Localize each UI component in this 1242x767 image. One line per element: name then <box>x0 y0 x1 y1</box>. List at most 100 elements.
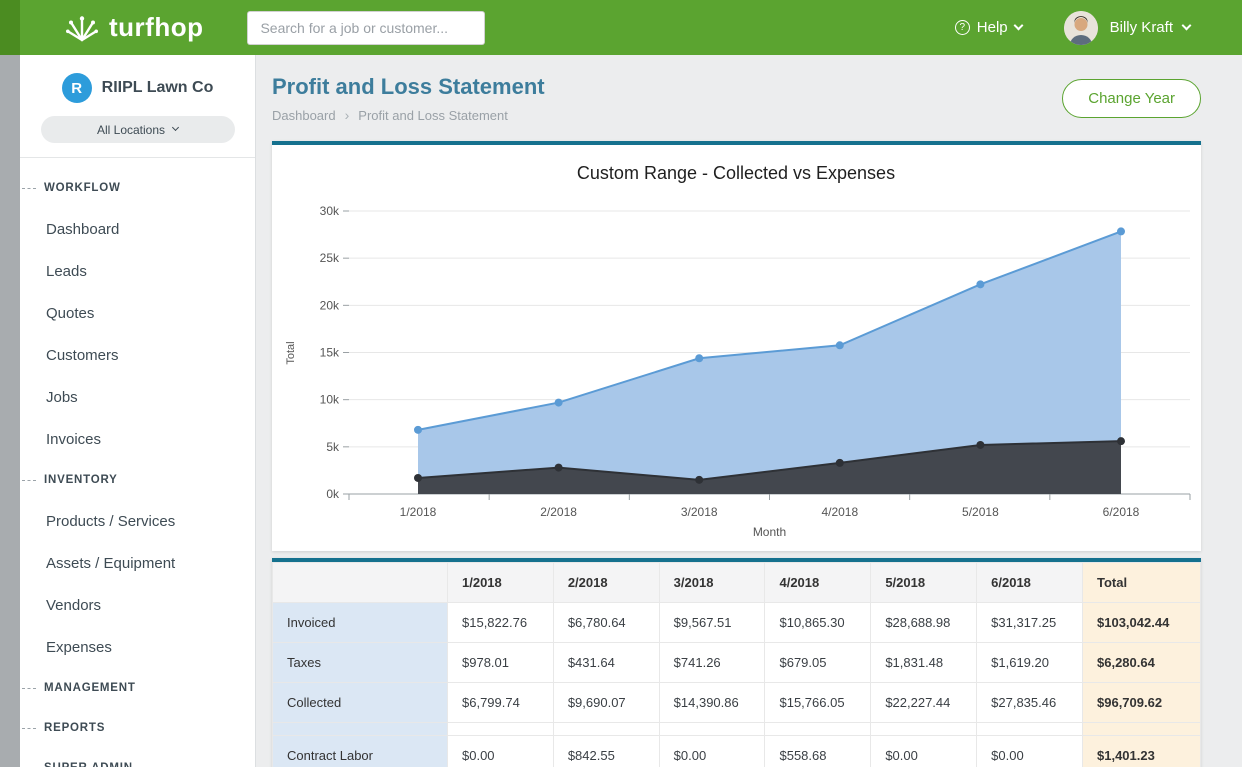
table-col-header: 1/2018 <box>448 563 554 603</box>
table-col-header: Total <box>1083 563 1201 603</box>
sidebar-item-dashboard[interactable]: Dashboard <box>20 208 255 250</box>
tree-dash-icon <box>22 480 36 481</box>
avatar-image <box>1064 11 1098 45</box>
user-name[interactable]: Billy Kraft <box>1110 19 1173 36</box>
topbar-right: ? Help Billy Kraft <box>955 11 1190 45</box>
table-cell: $15,822.76 <box>448 603 554 643</box>
nav-section-label: SUPER ADMIN <box>44 762 133 767</box>
chevron-down-icon <box>172 124 179 131</box>
row-total: $96,709.62 <box>1083 683 1201 723</box>
sidebar-item-products-services[interactable]: Products / Services <box>20 500 255 542</box>
table-cell: $978.01 <box>448 643 554 683</box>
row-total: $6,280.64 <box>1083 643 1201 683</box>
svg-text:20k: 20k <box>320 298 340 312</box>
sidebar-item-expenses[interactable]: Expenses <box>20 626 255 668</box>
table-cell: $1,619.20 <box>977 643 1083 683</box>
nav-section-header: WORKFLOW <box>20 168 255 208</box>
help-menu[interactable]: ? Help <box>955 19 1022 36</box>
svg-text:0k: 0k <box>326 487 340 501</box>
row-total: $1,401.23 <box>1083 736 1201 767</box>
page-title: Profit and Loss Statement <box>272 73 545 101</box>
svg-text:4/2018: 4/2018 <box>821 505 858 519</box>
tree-dash-icon <box>22 728 36 729</box>
nav-section-header: SUPER ADMIN <box>20 748 255 767</box>
table-cell: $558.68 <box>765 736 871 767</box>
brand-name: turfhop <box>109 12 203 43</box>
user-menu-chevron-icon[interactable] <box>1182 21 1192 31</box>
table-col-header <box>273 563 448 603</box>
sidebar-item-assets-equipment[interactable]: Assets / Equipment <box>20 542 255 584</box>
row-label: Collected <box>273 683 448 723</box>
svg-text:6/2018: 6/2018 <box>1103 505 1140 519</box>
sidebar-item-vendors[interactable]: Vendors <box>20 584 255 626</box>
window-left-strip-top <box>0 0 20 55</box>
svg-text:5/2018: 5/2018 <box>962 505 999 519</box>
svg-text:25k: 25k <box>320 251 340 265</box>
svg-text:5k: 5k <box>326 440 340 454</box>
table-col-header: 6/2018 <box>977 563 1083 603</box>
table-cell: $1,831.48 <box>871 643 977 683</box>
avatar[interactable] <box>1064 11 1098 45</box>
svg-text:30k: 30k <box>320 204 340 218</box>
turfhop-logo[interactable]: turfhop <box>64 10 203 46</box>
topbar: turfhop ? Help Billy Kraft <box>0 0 1242 55</box>
nav-section-header: MANAGEMENT <box>20 668 255 708</box>
sidebar-item-invoices[interactable]: Invoices <box>20 418 255 460</box>
table-group-spacer <box>273 723 1201 736</box>
table-cell: $0.00 <box>977 736 1083 767</box>
sidebar-item-customers[interactable]: Customers <box>20 334 255 376</box>
table-cell: $431.64 <box>553 643 659 683</box>
table-cell: $14,390.86 <box>659 683 765 723</box>
nav-section-label: WORKFLOW <box>44 182 121 194</box>
company-name: RIIPL Lawn Co <box>102 79 214 97</box>
locations-dropdown[interactable]: All Locations <box>41 116 235 143</box>
nav-section-label: REPORTS <box>44 722 105 734</box>
svg-text:Total: Total <box>285 341 297 364</box>
pl-table-card: 1/20182/20183/20184/20185/20186/2018Tota… <box>272 558 1201 767</box>
breadcrumb-dashboard[interactable]: Dashboard <box>272 107 358 123</box>
table-col-header: 3/2018 <box>659 563 765 603</box>
sidebar: R RIIPL Lawn Co All Locations WORKFLOW Da… <box>20 55 256 767</box>
table-cell: $15,766.05 <box>765 683 871 723</box>
collected-vs-expenses-chart: Custom Range - Collected vs Expenses0k5k… <box>272 145 1201 545</box>
nav-section-header: INVENTORY <box>20 460 255 500</box>
help-label: Help <box>977 19 1008 36</box>
row-total: $103,042.44 <box>1083 603 1201 643</box>
nav-section-label: MANAGEMENT <box>44 682 136 694</box>
table-cell: $9,567.51 <box>659 603 765 643</box>
table-row: Taxes$978.01$431.64$741.26$679.05$1,831.… <box>273 643 1201 683</box>
tree-dash-icon <box>22 688 36 689</box>
sidebar-nav: WORKFLOW DashboardLeadsQuotesCustomersJob… <box>20 158 255 767</box>
table-cell: $28,688.98 <box>871 603 977 643</box>
breadcrumb-current: Profit and Loss Statement <box>358 108 508 123</box>
table-cell: $31,317.25 <box>977 603 1083 643</box>
svg-text:15k: 15k <box>320 346 340 360</box>
company-selector[interactable]: R RIIPL Lawn Co <box>20 73 255 103</box>
table-cell: $0.00 <box>448 736 554 767</box>
row-label: Invoiced <box>273 603 448 643</box>
sidebar-item-quotes[interactable]: Quotes <box>20 292 255 334</box>
profit-loss-table: 1/20182/20183/20184/20185/20186/2018Tota… <box>272 562 1201 767</box>
svg-text:1/2018: 1/2018 <box>400 505 437 519</box>
change-year-button[interactable]: Change Year <box>1062 79 1201 118</box>
sidebar-item-jobs[interactable]: Jobs <box>20 376 255 418</box>
sidebar-item-leads[interactable]: Leads <box>20 250 255 292</box>
nav-section-header: REPORTS <box>20 708 255 748</box>
table-row: Contract Labor$0.00$842.55$0.00$558.68$0… <box>273 736 1201 767</box>
table-cell: $741.26 <box>659 643 765 683</box>
table-cell: $6,780.64 <box>553 603 659 643</box>
chart-card: Custom Range - Collected vs Expenses0k5k… <box>272 141 1201 551</box>
table-cell: $27,835.46 <box>977 683 1083 723</box>
table-header-row: 1/20182/20183/20184/20185/20186/2018Tota… <box>273 563 1201 603</box>
table-cell: $22,227.44 <box>871 683 977 723</box>
svg-text:2/2018: 2/2018 <box>540 505 577 519</box>
table-cell: $9,690.07 <box>553 683 659 723</box>
table-cell: $679.05 <box>765 643 871 683</box>
help-icon: ? <box>955 20 970 35</box>
table-row: Invoiced$15,822.76$6,780.64$9,567.51$10,… <box>273 603 1201 643</box>
table-cell: $0.00 <box>659 736 765 767</box>
window-left-strip <box>0 0 20 767</box>
search-input[interactable] <box>247 11 485 45</box>
table-col-header: 2/2018 <box>553 563 659 603</box>
row-label: Taxes <box>273 643 448 683</box>
